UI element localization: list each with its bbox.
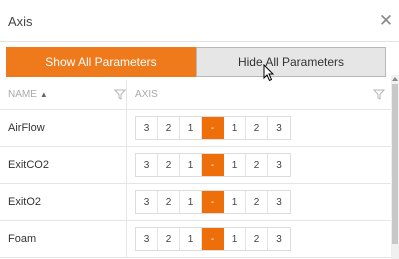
parameter-toggle-buttons: Show All Parameters Hide All Parameters — [6, 47, 386, 77]
show-all-parameters-button[interactable]: Show All Parameters — [6, 47, 196, 77]
dialog-title: Axis — [8, 14, 33, 29]
axis-stepper: 3 2 1 - 1 2 3 — [135, 116, 291, 140]
axis-step-button[interactable]: 2 — [246, 154, 268, 176]
column-divider — [126, 184, 127, 220]
axis-step-button[interactable]: 2 — [158, 191, 180, 213]
column-divider[interactable] — [126, 80, 127, 109]
axis-stepper: 3 2 1 - 1 2 3 — [135, 190, 291, 214]
column-divider — [126, 110, 127, 146]
axis-step-button[interactable]: 1 — [224, 228, 246, 250]
table-row: AirFlow 3 2 1 - 1 2 3 — [0, 110, 391, 147]
axis-step-button[interactable]: 3 — [268, 191, 290, 213]
axis-step-button[interactable]: 2 — [246, 191, 268, 213]
hide-all-parameters-button[interactable]: Hide All Parameters — [196, 47, 386, 77]
table-row: ExitO2 3 2 1 - 1 2 3 — [0, 184, 391, 221]
scroll-up-arrow-icon[interactable] — [392, 76, 398, 82]
axis-step-button-selected[interactable]: - — [202, 228, 224, 250]
axis-step-button[interactable]: 3 — [136, 117, 158, 139]
axis-step-button[interactable]: 2 — [246, 228, 268, 250]
close-icon[interactable]: ✕ — [375, 10, 397, 32]
axis-step-button[interactable]: 3 — [268, 154, 290, 176]
parameter-name: ExitCO2 — [8, 159, 49, 171]
table-row: Foam 3 2 1 - 1 2 3 — [0, 221, 391, 258]
axis-step-button[interactable]: 1 — [224, 154, 246, 176]
parameter-name: AirFlow — [8, 122, 45, 134]
axis-step-button[interactable]: 2 — [158, 228, 180, 250]
axis-column-label: AXIS — [135, 89, 158, 100]
axis-step-button[interactable]: 1 — [180, 228, 202, 250]
axis-step-button[interactable]: 3 — [136, 191, 158, 213]
axis-step-button[interactable]: 1 — [180, 117, 202, 139]
axis-step-button-selected[interactable]: - — [202, 117, 224, 139]
name-column-label: NAME — [8, 89, 37, 100]
axis-step-button[interactable]: 1 — [180, 154, 202, 176]
parameter-name: ExitO2 — [8, 196, 42, 208]
axis-step-button[interactable]: 1 — [224, 191, 246, 213]
parameter-grid: NAME ▲ AXIS AirFlow 3 2 1 - 1 2 3 ExitCO… — [0, 80, 391, 259]
axis-step-button[interactable]: 1 — [224, 117, 246, 139]
axis-step-button[interactable]: 2 — [158, 117, 180, 139]
axis-column-header[interactable]: AXIS — [135, 80, 235, 109]
table-row: ExitCO2 3 2 1 - 1 2 3 — [0, 147, 391, 184]
axis-dialog: Axis ✕ Show All Parameters Hide All Para… — [0, 0, 399, 259]
axis-step-button[interactable]: 3 — [136, 154, 158, 176]
axis-stepper: 3 2 1 - 1 2 3 — [135, 153, 291, 177]
axis-step-button[interactable]: 3 — [268, 228, 290, 250]
dialog-header: Axis ✕ — [0, 0, 399, 42]
axis-step-button[interactable]: 3 — [136, 228, 158, 250]
column-divider — [126, 221, 127, 257]
scrollbar-thumb[interactable] — [392, 84, 398, 244]
axis-step-button[interactable]: 2 — [246, 117, 268, 139]
sort-ascending-icon: ▲ — [39, 90, 48, 99]
axis-step-button-selected[interactable]: - — [202, 154, 224, 176]
vertical-scrollbar[interactable] — [391, 75, 399, 259]
filter-icon[interactable] — [373, 89, 385, 100]
axis-step-button[interactable]: 2 — [158, 154, 180, 176]
axis-stepper: 3 2 1 - 1 2 3 — [135, 227, 291, 251]
axis-step-button-selected[interactable]: - — [202, 191, 224, 213]
name-column-header[interactable]: NAME ▲ — [8, 80, 118, 109]
parameter-name: Foam — [8, 233, 37, 245]
filter-icon[interactable] — [114, 89, 126, 100]
axis-step-button[interactable]: 3 — [268, 117, 290, 139]
grid-header: NAME ▲ AXIS — [0, 80, 391, 110]
axis-step-button[interactable]: 1 — [180, 191, 202, 213]
column-divider — [126, 147, 127, 183]
